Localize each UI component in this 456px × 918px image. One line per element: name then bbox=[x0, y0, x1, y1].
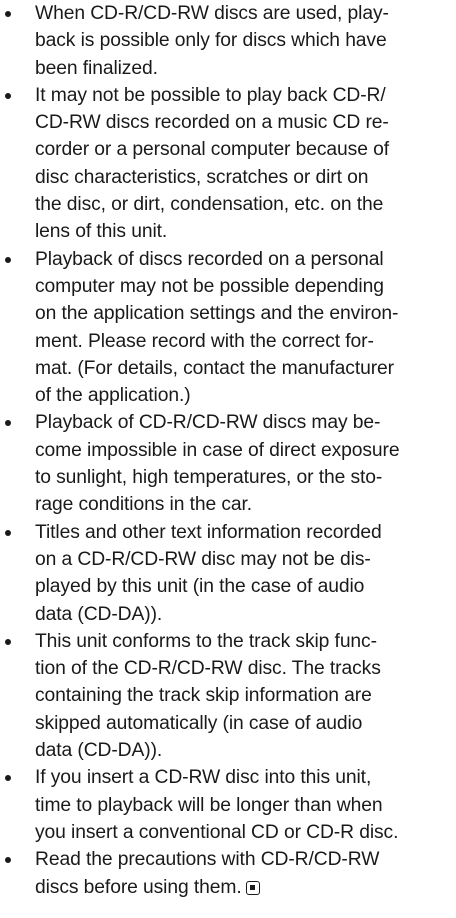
precautions-bullet-list: When CD-R/CD-RW discs are used, play- ba… bbox=[0, 0, 456, 901]
bullet-icon bbox=[5, 857, 11, 864]
bullet-icon bbox=[5, 529, 11, 536]
list-item-text: This unit conforms to the track skip fun… bbox=[35, 630, 381, 762]
bullet-icon bbox=[5, 11, 11, 17]
list-item: When CD-R/CD-RW discs are used, play- ba… bbox=[0, 0, 456, 82]
list-item: Playback of discs recorded on a personal… bbox=[0, 246, 456, 410]
list-item-text: Playback of CD-R/CD-RW discs may be- com… bbox=[35, 412, 400, 516]
end-of-section-mark-icon bbox=[245, 880, 260, 895]
list-item-text: When CD-R/CD-RW discs are used, play- ba… bbox=[35, 3, 389, 79]
list-item: Playback of CD-R/CD-RW discs may be- com… bbox=[0, 409, 456, 518]
list-item: It may not be possible to play back CD-R… bbox=[0, 82, 456, 246]
bullet-icon bbox=[5, 92, 11, 99]
list-item: Read the precautions with CD-R/CD-RW dis… bbox=[0, 846, 456, 901]
list-item: This unit conforms to the track skip fun… bbox=[0, 628, 456, 764]
bullet-icon bbox=[5, 256, 11, 263]
list-item-text: Read the precautions with CD-R/CD-RW dis… bbox=[35, 846, 456, 901]
bullet-icon bbox=[5, 420, 11, 427]
list-item-text-content: Read the precautions with CD-R/CD-RW dis… bbox=[35, 849, 380, 898]
list-item: If you insert a CD-RW disc into this uni… bbox=[0, 764, 456, 846]
bullet-icon bbox=[5, 775, 11, 782]
document-page: When CD-R/CD-RW discs are used, play- ba… bbox=[0, 0, 456, 918]
bullet-icon bbox=[5, 638, 11, 645]
list-item-text: Titles and other text information record… bbox=[35, 521, 382, 625]
list-item: Titles and other text information record… bbox=[0, 519, 456, 628]
list-item-text: Playback of discs recorded on a personal… bbox=[35, 248, 399, 407]
list-item-text: If you insert a CD-RW disc into this uni… bbox=[35, 767, 399, 843]
list-item-text: It may not be possible to play back CD-R… bbox=[35, 84, 389, 243]
